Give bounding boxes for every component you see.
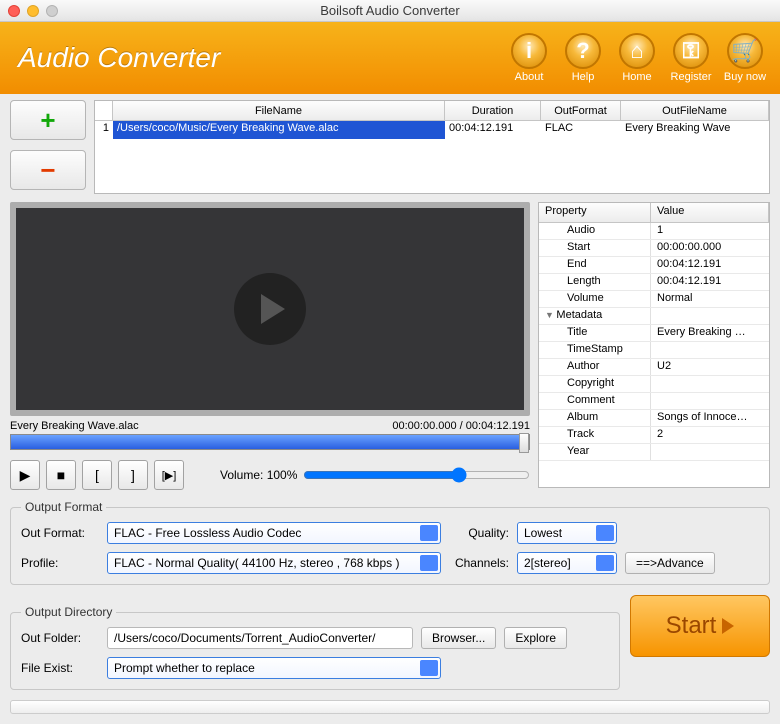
outformat-label: Out Format: <box>21 526 99 540</box>
app-title: Audio Converter <box>18 42 220 74</box>
fileexist-label: File Exist: <box>21 661 99 675</box>
explore-button[interactable]: Explore <box>504 627 567 649</box>
profile-select[interactable]: FLAC - Normal Quality( 44100 Hz, stereo … <box>107 552 441 574</box>
property-row[interactable]: Copyright <box>539 376 769 393</box>
quality-select[interactable]: Lowest <box>517 522 617 544</box>
col-outfilename[interactable]: OutFileName <box>621 101 769 120</box>
property-row[interactable]: Comment <box>539 393 769 410</box>
property-row[interactable]: AuthorU2 <box>539 359 769 376</box>
property-row[interactable]: Year <box>539 444 769 461</box>
fileexist-select[interactable]: Prompt whether to replace <box>107 657 441 679</box>
header-btn-register[interactable]: ⚿Register <box>668 33 714 83</box>
col-value[interactable]: Value <box>651 203 769 222</box>
file-table: FileName Duration OutFormat OutFileName … <box>94 100 770 194</box>
advance-button[interactable]: ==>Advance <box>625 552 715 574</box>
stop-button[interactable]: ■ <box>46 460 76 490</box>
property-row[interactable]: Track2 <box>539 427 769 444</box>
seek-slider[interactable] <box>10 434 530 450</box>
property-table: Property Value Audio1Start00:00:00.000En… <box>538 202 770 488</box>
progress-bar <box>10 700 770 714</box>
col-duration[interactable]: Duration <box>445 101 541 120</box>
outformat-select[interactable]: FLAC - Free Lossless Audio Codec <box>107 522 441 544</box>
channels-label: Channels: <box>449 556 509 570</box>
mark-out-button[interactable]: ] <box>118 460 148 490</box>
remove-file-button[interactable]: − <box>10 150 86 190</box>
property-row[interactable]: Metadata <box>539 308 769 325</box>
play-button[interactable]: ▶ <box>10 460 40 490</box>
output-format-group: Output Format Out Format: FLAC - Free Lo… <box>10 500 770 585</box>
range-button[interactable]: [▶] <box>154 460 184 490</box>
channels-select[interactable]: 2[stereo] <box>517 552 617 574</box>
help-icon: ? <box>565 33 601 69</box>
property-row[interactable]: Start00:00:00.000 <box>539 240 769 257</box>
output-directory-legend: Output Directory <box>21 605 116 619</box>
header-btn-home[interactable]: ⌂Home <box>614 33 660 83</box>
play-overlay-icon[interactable] <box>234 273 306 345</box>
quality-label: Quality: <box>449 526 509 540</box>
app-header: Audio Converter iAbout?Help⌂Home⚿Registe… <box>0 22 780 94</box>
about-icon: i <box>511 33 547 69</box>
volume-slider[interactable] <box>303 467 530 483</box>
col-outformat[interactable]: OutFormat <box>541 101 621 120</box>
col-property[interactable]: Property <box>539 203 651 222</box>
home-icon: ⌂ <box>619 33 655 69</box>
property-row[interactable]: AlbumSongs of Innoce… <box>539 410 769 427</box>
property-row[interactable]: TitleEvery Breaking … <box>539 325 769 342</box>
header-btn-buy-now[interactable]: 🛒Buy now <box>722 33 768 83</box>
property-row[interactable]: End00:04:12.191 <box>539 257 769 274</box>
browser-button[interactable]: Browser... <box>421 627 496 649</box>
profile-label: Profile: <box>21 556 99 570</box>
outfolder-input[interactable]: /Users/coco/Documents/Torrent_AudioConve… <box>107 627 413 649</box>
header-btn-help[interactable]: ?Help <box>560 33 606 83</box>
add-file-button[interactable]: + <box>10 100 86 140</box>
property-row[interactable]: Audio1 <box>539 223 769 240</box>
property-row[interactable]: VolumeNormal <box>539 291 769 308</box>
preview-filename: Every Breaking Wave.alac <box>10 420 139 432</box>
preview-area[interactable] <box>10 202 530 416</box>
property-row[interactable]: Length00:04:12.191 <box>539 274 769 291</box>
mark-in-button[interactable]: [ <box>82 460 112 490</box>
output-directory-group: Output Directory Out Folder: /Users/coco… <box>10 605 620 690</box>
outfolder-label: Out Folder: <box>21 631 99 645</box>
window-title: Boilsoft Audio Converter <box>0 3 780 18</box>
header-btn-about[interactable]: iAbout <box>506 33 552 83</box>
output-format-legend: Output Format <box>21 500 106 514</box>
property-row[interactable]: TimeStamp <box>539 342 769 359</box>
buy now-icon: 🛒 <box>727 33 763 69</box>
start-button[interactable]: Start <box>630 595 770 657</box>
titlebar: Boilsoft Audio Converter <box>0 0 780 22</box>
register-icon: ⚿ <box>673 33 709 69</box>
volume-label: Volume: 100% <box>220 468 297 482</box>
preview-time: 00:00:00.000 / 00:04:12.191 <box>392 420 530 432</box>
table-row[interactable]: 1/Users/coco/Music/Every Breaking Wave.a… <box>95 121 769 139</box>
col-filename[interactable]: FileName <box>113 101 445 120</box>
